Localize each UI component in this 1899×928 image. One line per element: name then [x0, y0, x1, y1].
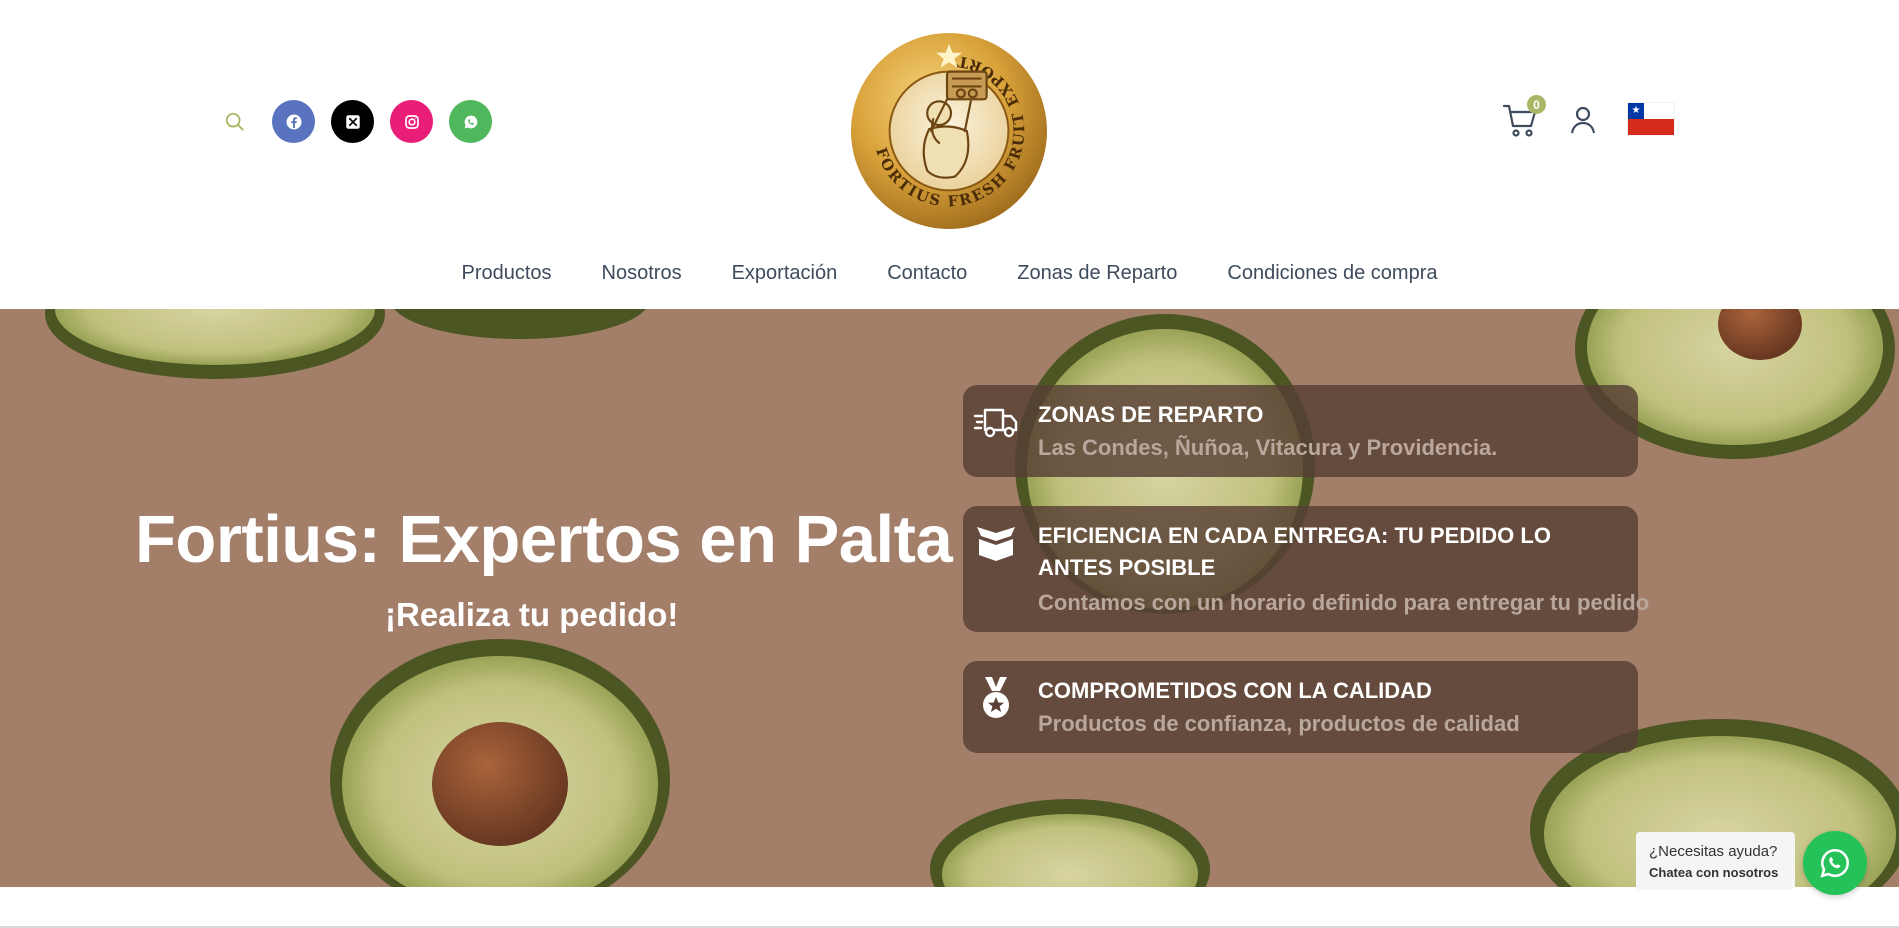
brand-logo[interactable]: FORTIUS FRESH FRUIT EXPORT — [850, 32, 1048, 230]
site-header: FORTIUS FRESH FRUIT EXPORT 0 ★ — [0, 0, 1899, 309]
nav-nosotros[interactable]: Nosotros — [602, 262, 682, 285]
social-bar — [220, 100, 508, 143]
nav-contacto[interactable]: Contacto — [887, 262, 967, 285]
feature-card-title: EFICIENCIA EN CADA ENTREGA: TU PEDIDO LO… — [1038, 523, 1551, 580]
help-chat-bubble[interactable]: ¿Necesitas ayuda? Chatea con nosotros — [1636, 832, 1795, 890]
facebook-link[interactable] — [272, 100, 315, 143]
box-icon — [973, 520, 1019, 566]
search-button[interactable] — [220, 107, 250, 137]
flag-star-icon: ★ — [1628, 103, 1644, 119]
cart-button[interactable]: 0 — [1502, 95, 1546, 138]
account-button[interactable] — [1568, 103, 1598, 135]
nav-zonas-de-reparto[interactable]: Zonas de Reparto — [1017, 262, 1177, 285]
feature-card-desc: Productos de confianza, productos de cal… — [1038, 711, 1520, 736]
nav-exportacion[interactable]: Exportación — [732, 262, 838, 285]
help-question: ¿Necesitas ayuda? — [1649, 843, 1778, 860]
whatsapp-link[interactable] — [449, 100, 492, 143]
x-icon — [345, 114, 360, 129]
hero-banner: Fortius: Expertos en Palta ¡Realiza tu p… — [0, 309, 1899, 887]
search-icon — [225, 112, 244, 131]
delivery-truck-icon — [973, 399, 1019, 445]
feature-card-quality: COMPROMETIDOS CON LA CALIDAD Productos d… — [963, 661, 1638, 753]
facebook-icon — [286, 114, 301, 129]
hero-title: Fortius: Expertos en Palta — [135, 502, 953, 577]
language-flag-chile[interactable]: ★ — [1628, 103, 1674, 135]
instagram-icon — [404, 114, 419, 129]
flag-red-band — [1628, 119, 1674, 135]
feature-card-desc: Las Condes, Ñuñoa, Vitacura y Providenci… — [1038, 435, 1498, 460]
x-link[interactable] — [331, 100, 374, 143]
whatsapp-chat-button[interactable] — [1803, 831, 1867, 895]
feature-card-desc: Contamos con un horario definido para en… — [1038, 590, 1650, 615]
whatsapp-icon — [1820, 848, 1849, 878]
header-tools: 0 ★ — [1502, 95, 1674, 138]
feature-card-title: COMPROMETIDOS CON LA CALIDAD — [1038, 678, 1432, 703]
help-cta: Chatea con nosotros — [1649, 865, 1779, 880]
feature-card-delivery-zones: ZONAS DE REPARTO Las Condes, Ñuñoa, Vita… — [963, 385, 1638, 477]
main-nav: Productos Nosotros Exportación Contacto … — [0, 262, 1899, 285]
instagram-link[interactable] — [390, 100, 433, 143]
feature-card-title: ZONAS DE REPARTO — [1038, 402, 1264, 427]
hero-subtitle: ¡Realiza tu pedido! — [385, 596, 679, 633]
nav-condiciones-de-compra[interactable]: Condiciones de compra — [1227, 262, 1437, 285]
cart-count-badge: 0 — [1527, 95, 1546, 114]
medal-icon — [973, 675, 1019, 721]
nav-productos[interactable]: Productos — [461, 262, 551, 285]
user-icon — [1570, 106, 1596, 134]
feature-card-efficiency: EFICIENCIA EN CADA ENTREGA: TU PEDIDO LO… — [963, 506, 1649, 632]
whatsapp-icon — [464, 115, 477, 128]
